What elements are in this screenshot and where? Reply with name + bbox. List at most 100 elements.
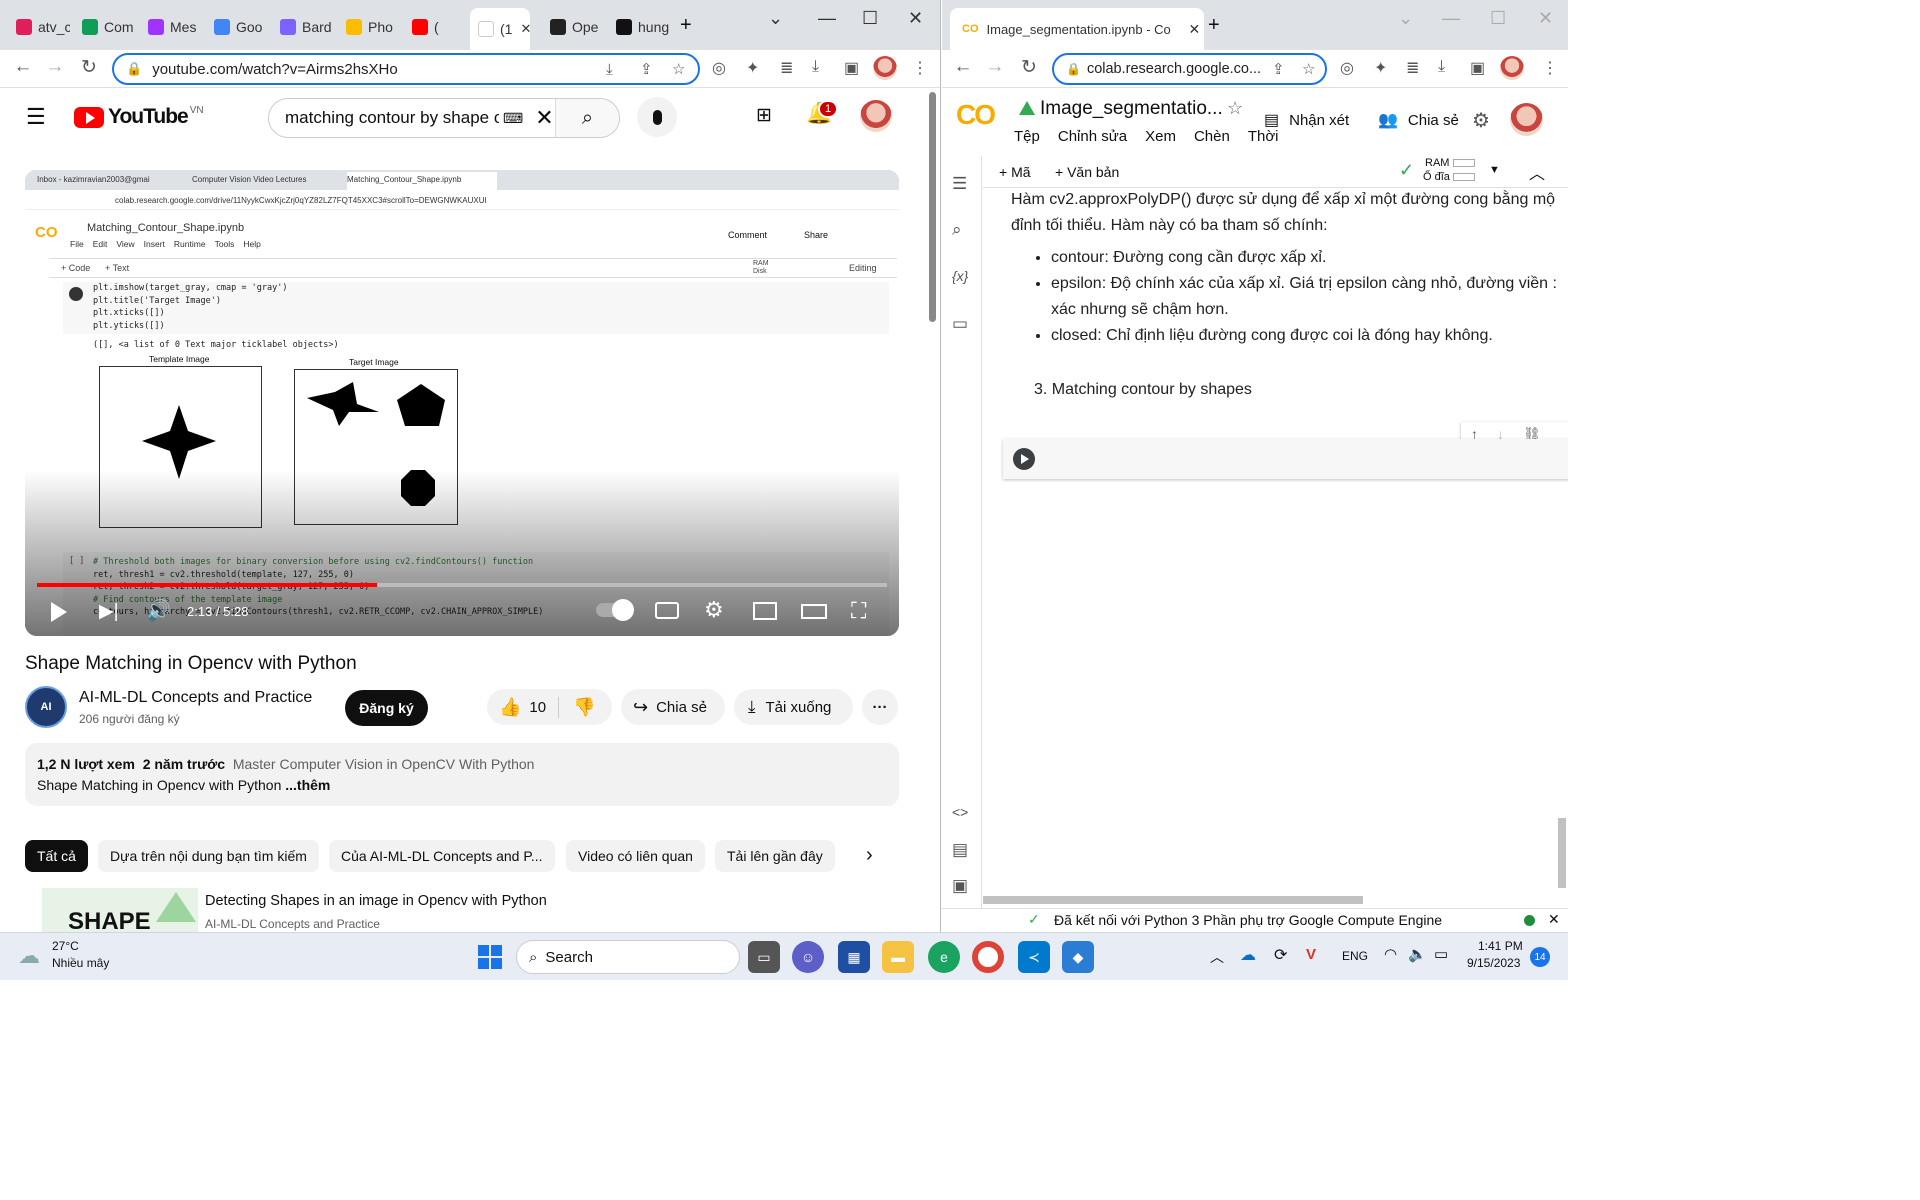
add-code-button[interactable]: + Mã xyxy=(999,164,1031,180)
download-icon[interactable]: ⤓ xyxy=(812,58,819,76)
back-icon[interactable]: ← xyxy=(10,56,36,78)
menu-dots-icon[interactable]: ⋮ xyxy=(912,58,928,78)
share-button[interactable]: ↪ Chia sẻ xyxy=(621,689,725,725)
notebook-menu-item[interactable]: Tệp xyxy=(1014,128,1040,145)
filter-chip[interactable]: Dựa trên nội dung bạn tìm kiếm xyxy=(98,840,319,872)
side-panel-icon[interactable]: ▣ xyxy=(1470,58,1485,78)
recommendation-thumbnail[interactable]: SHAPE xyxy=(42,888,198,932)
video-player[interactable]: Inbox - kazimravian2003@gmai Computer Vis… xyxy=(25,170,899,636)
menu-dots-icon[interactable]: ⋮ xyxy=(1542,58,1558,78)
address-bar[interactable]: 🔒 youtube.com/watch?v=Airms2hsXHo ⤓ ⇪ ☆ xyxy=(112,53,700,85)
edge-icon[interactable]: e xyxy=(928,941,960,973)
ram-label[interactable]: RAM xyxy=(1425,157,1449,169)
miniplayer-icon[interactable] xyxy=(753,602,777,620)
tray-chevron-icon[interactable]: ︿ xyxy=(1210,947,1224,967)
settings-gear-icon[interactable]: ⚙ xyxy=(1472,108,1490,133)
star-icon[interactable]: ☆ xyxy=(1227,98,1243,119)
command-palette-icon[interactable]: ▤ xyxy=(952,840,968,860)
bookmark-star-icon[interactable]: ☆ xyxy=(1302,60,1315,78)
speaker-icon[interactable]: 🔈 xyxy=(1408,945,1427,963)
new-tab-icon[interactable]: + xyxy=(1208,14,1220,37)
add-text-button[interactable]: + Văn bản xyxy=(1055,164,1119,180)
clock-date[interactable]: 9/15/2023 xyxy=(1467,956,1520,970)
browser-tab[interactable]: hung xyxy=(608,12,670,42)
media-icon[interactable]: ≣ xyxy=(1406,58,1419,78)
autoplay-toggle[interactable] xyxy=(596,599,634,621)
keyboard-icon[interactable]: ⌨ xyxy=(503,110,523,127)
filter-chip[interactable]: Tải lên gần đây xyxy=(715,840,835,872)
extensions-icon[interactable]: ✦ xyxy=(746,58,759,78)
share-icon[interactable]: ⇪ xyxy=(640,60,653,78)
search-input[interactable]: matching contour by shape o xyxy=(269,108,499,128)
subtitles-icon[interactable] xyxy=(655,602,679,619)
share-icon[interactable]: ⇪ xyxy=(1272,60,1285,78)
account-avatar[interactable] xyxy=(860,100,892,132)
notebook-menu-item[interactable]: Xem xyxy=(1145,128,1176,145)
chat-icon[interactable]: ☺ xyxy=(792,941,824,973)
volume-icon[interactable]: 🔊 xyxy=(146,598,171,623)
start-button[interactable] xyxy=(478,945,502,969)
notification-count-badge[interactable]: 14 xyxy=(1530,947,1550,967)
reload-icon[interactable]: ↻ xyxy=(1016,56,1042,79)
back-icon[interactable]: ← xyxy=(950,56,976,78)
forward-icon[interactable]: → xyxy=(42,56,68,78)
playlist-link[interactable]: Master Computer Vision in OpenCV With Py… xyxy=(233,756,535,772)
taskbar-search[interactable]: ⌕ Search xyxy=(516,940,740,974)
side-panel-icon[interactable]: ▣ xyxy=(844,58,859,78)
colab-account-avatar[interactable] xyxy=(1510,103,1543,136)
more-actions-button[interactable]: ··· xyxy=(862,689,898,725)
profile-avatar[interactable] xyxy=(873,56,897,80)
empty-code-cell[interactable] xyxy=(1003,439,1568,479)
tray-sync-icon[interactable]: ⟳ xyxy=(1274,945,1287,965)
collapse-header-icon[interactable]: ︿ xyxy=(1529,160,1545,184)
file-explorer-icon[interactable]: ▬ xyxy=(882,941,914,973)
search-icon[interactable]: ⌕ xyxy=(952,220,962,240)
search-box[interactable]: matching contour by shape o ⌨ ✕ ⌕ xyxy=(268,98,620,138)
browser-tab[interactable]: (1 ✕ xyxy=(470,8,530,50)
dislike-button[interactable]: 👎 xyxy=(559,697,595,718)
settings-icon[interactable]: ⚙ xyxy=(704,597,724,623)
recommendation-title[interactable]: Detecting Shapes in an image in Opencv w… xyxy=(205,893,547,909)
close-tab-icon[interactable]: ✕ xyxy=(520,21,530,37)
new-tab-icon[interactable]: + xyxy=(680,14,692,37)
close-window-button[interactable]: ✕ xyxy=(908,8,923,29)
resources-dropdown-icon[interactable]: ▼ xyxy=(1489,164,1500,176)
browser-tab[interactable]: ( xyxy=(404,12,466,42)
progress-bar[interactable] xyxy=(37,583,887,587)
maximize-button[interactable]: ☐ xyxy=(1490,8,1506,29)
install-icon[interactable]: ⤓ xyxy=(606,61,613,78)
media-icon[interactable]: ≣ xyxy=(780,58,793,78)
language-indicator[interactable]: ENG xyxy=(1342,949,1368,963)
colab-logo[interactable]: CO xyxy=(956,99,996,131)
browser-tab[interactable]: Pho xyxy=(338,12,400,42)
colab-tab[interactable]: CO Image_segmentation.ipynb - Co ✕ xyxy=(950,8,1204,50)
fullscreen-icon[interactable]: ⛶ xyxy=(851,598,866,624)
run-cell-icon[interactable] xyxy=(1013,448,1035,470)
terminal-icon[interactable]: ▣ xyxy=(952,876,968,896)
hamburger-icon[interactable]: ☰ xyxy=(26,104,46,130)
clear-search-icon[interactable]: ✕ xyxy=(535,105,553,131)
tab-search-icon[interactable]: ⌄ xyxy=(1398,8,1413,29)
description-box[interactable]: 1,2 N lượt xem 2 năm trước Master Comput… xyxy=(25,743,899,806)
close-status-icon[interactable]: ✕ xyxy=(1548,911,1560,928)
files-icon[interactable]: ▭ xyxy=(952,314,968,334)
variables-icon[interactable]: {x} xyxy=(952,268,968,284)
profile-avatar[interactable] xyxy=(1500,56,1524,80)
extensions-icon[interactable]: ✦ xyxy=(1374,58,1387,78)
compass-icon[interactable]: ◎ xyxy=(712,58,726,78)
clock-time[interactable]: 1:41 PM xyxy=(1478,939,1523,953)
like-button[interactable]: 👍 10 xyxy=(487,696,559,718)
browser-tab[interactable]: Bard xyxy=(272,12,334,42)
channel-name[interactable]: AI-ML-DL Concepts and Practice xyxy=(79,689,312,707)
share-button[interactable]: 👥 Chia sẻ xyxy=(1378,110,1459,130)
address-bar[interactable]: 🔒 colab.research.google.co... ⇪ ☆ xyxy=(1052,53,1327,85)
app-icon[interactable]: ◆ xyxy=(1062,941,1094,973)
browser-tab[interactable]: Ope xyxy=(542,12,604,42)
reload-icon[interactable]: ↻ xyxy=(76,56,102,79)
youtube-logo[interactable]: YouTube VN xyxy=(74,105,204,129)
store-icon[interactable]: ▦ xyxy=(838,941,870,973)
toc-icon[interactable]: ☰ xyxy=(952,174,967,194)
forward-icon[interactable]: → xyxy=(982,56,1008,78)
filter-chip[interactable]: Của AI-ML-DL Concepts and P... xyxy=(329,840,555,872)
play-icon[interactable] xyxy=(51,602,67,622)
